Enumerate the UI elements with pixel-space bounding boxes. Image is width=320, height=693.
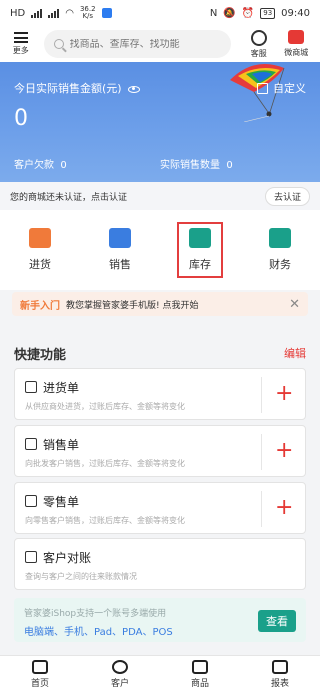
sales-button[interactable]: 销售 (95, 228, 145, 272)
carrier-label: HD (10, 7, 26, 19)
retail-order-icon (25, 495, 37, 507)
store-icon (288, 30, 305, 44)
sales-chart-icon (109, 228, 131, 248)
purchase-order-card[interactable]: 进货单 从供应商处进货，过账后库存、金额等将变化 + (14, 368, 306, 420)
signal-icon-2 (48, 8, 60, 18)
inventory-search-icon (189, 228, 211, 248)
search-input[interactable] (69, 38, 220, 50)
purchase-order-icon (25, 381, 37, 393)
search-icon (53, 39, 64, 49)
customer-service-button[interactable]: 客服 (243, 29, 275, 59)
purchase-button[interactable]: 进货 (15, 228, 65, 272)
add-purchase-order-button[interactable]: + (275, 377, 293, 411)
customer-reconciliation-card[interactable]: 客户对账 查询与客户之间的往来账款情况 (14, 538, 306, 590)
tab-product[interactable]: 商品 (175, 656, 225, 693)
purchase-icon (29, 228, 51, 248)
home-grid-icon (32, 660, 48, 674)
edit-icon (257, 82, 268, 94)
menu-icon (13, 32, 28, 43)
add-retail-order-button[interactable]: + (275, 491, 293, 525)
customer-icon (112, 660, 128, 674)
net-speed: 36.2 K/s (79, 5, 96, 20)
reconciliation-icon (25, 551, 37, 563)
signal-icon (31, 8, 43, 18)
inventory-button[interactable]: 库存 (175, 222, 225, 278)
sales-order-icon (25, 438, 37, 450)
retail-order-card[interactable]: 零售单 向零售客户销售，过账后库存、金额等将变化 + (14, 482, 306, 534)
more-button[interactable]: 更多 (8, 32, 34, 56)
sales-order-card[interactable]: 销售单 向批发客户销售，过账后库存、金额等将变化 + (14, 425, 306, 477)
finance-button[interactable]: 财务 (255, 228, 305, 272)
tip-text: 教您掌握管家婆手机版! 点我开始 (66, 300, 199, 311)
service-avatar-icon (250, 29, 267, 46)
certify-button[interactable]: 去认证 (264, 186, 310, 206)
shortcuts-title: 快捷功能 (14, 348, 67, 363)
certification-bar: 您的商城还未认证，点击认证 去认证 (0, 182, 320, 210)
inventory-highlight: 库存 (177, 222, 223, 278)
beginner-tip[interactable]: 新手入门 教您掌握管家婆手机版! 点我开始 ✕ (12, 292, 308, 316)
multi-device-promo: 管家婆iShop支持一个账号多端使用 电脑端、手机、Pad、PDA、POS 查看 (14, 598, 306, 642)
banner-title: 今日实际销售金额(元) (14, 80, 140, 96)
main-function-grid: 进货 销售 库存 财务 (0, 210, 320, 290)
customize-button[interactable]: 自定义 (257, 80, 306, 96)
eye-icon[interactable] (127, 85, 140, 93)
search-bar[interactable] (43, 30, 231, 58)
tab-home[interactable]: 首页 (15, 656, 65, 693)
mute-icon: 🔕 (223, 7, 236, 19)
tab-customer[interactable]: 客户 (95, 656, 145, 693)
battery-icon: 93 (260, 7, 276, 19)
wifi-icon: ◠ (65, 7, 74, 19)
sales-banner: 今日实际销售金额(元) 自定义 0 客户欠款 0 实际销售数量 0 (0, 62, 320, 182)
alarm-icon: ⏰ (241, 7, 255, 19)
close-icon[interactable]: ✕ (289, 297, 300, 312)
view-button[interactable]: 查看 (258, 610, 296, 632)
edit-shortcuts-button[interactable]: 编辑 (284, 345, 306, 361)
add-sales-order-button[interactable]: + (275, 434, 293, 468)
tip-tag: 新手入门 (20, 300, 60, 312)
status-bar: HD ◠ 36.2 K/s N 🔕 ⏰ 93 09:40 (0, 0, 320, 26)
report-icon (272, 660, 288, 674)
top-header: 更多 客服 微商城 (0, 26, 320, 62)
wechat-store-button[interactable]: 微商城 (280, 30, 312, 58)
customer-debt: 客户欠款 0 (14, 160, 67, 171)
sales-amount: 0 (14, 106, 28, 131)
sales-quantity: 实际销售数量 0 (160, 160, 233, 171)
tab-report[interactable]: 报表 (255, 656, 305, 693)
finance-yen-icon (269, 228, 291, 248)
app-notification-icon (101, 8, 112, 18)
clock: 09:40 (281, 7, 310, 19)
nfc-icon: N (209, 7, 218, 19)
product-icon (192, 660, 208, 674)
bottom-tab-bar: 首页 客户 商品 报表 (0, 655, 320, 693)
